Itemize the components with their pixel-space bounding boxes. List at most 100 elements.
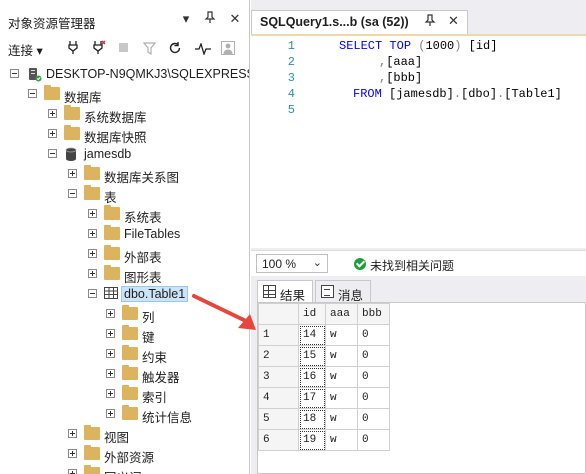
column-header[interactable]: aaa xyxy=(325,303,358,325)
tree-node-indexes[interactable]: 索引 xyxy=(0,384,249,405)
expand-icon[interactable] xyxy=(106,389,115,398)
row-number[interactable]: 4 xyxy=(258,387,299,409)
tab-sqlquery1[interactable]: SQLQuery1.s...b (sa (52)) ✕ xyxy=(251,10,468,34)
tree-node-graph-tables[interactable]: 图形表 xyxy=(0,264,249,285)
zoom-dropdown[interactable]: 100 % ⌄ xyxy=(256,254,328,273)
disconnect-icon[interactable] xyxy=(92,40,106,58)
close-panel-icon[interactable]: ✕ xyxy=(227,11,243,27)
collapse-icon[interactable] xyxy=(88,289,97,298)
cell-aaa[interactable]: w xyxy=(325,429,358,451)
cell-id[interactable]: 15 xyxy=(298,345,326,367)
cell-id[interactable]: 17 xyxy=(298,387,326,409)
code-identifier: [aaa] xyxy=(386,55,423,69)
expand-icon[interactable] xyxy=(88,269,97,278)
cell-aaa[interactable]: w xyxy=(325,387,358,409)
folder-icon xyxy=(122,325,138,340)
row-number[interactable]: 6 xyxy=(258,429,299,451)
collapse-icon[interactable] xyxy=(48,149,57,158)
collapse-icon[interactable] xyxy=(10,69,19,78)
column-header[interactable]: id xyxy=(298,303,326,325)
cell-id[interactable]: 18 xyxy=(298,408,326,430)
tree-node-jamesdb[interactable]: jamesdb xyxy=(0,144,249,164)
tree-node-server[interactable]: DESKTOP-N9QMKJ3\SQLEXPRESS xyxy=(0,64,249,84)
tree-node-system-databases[interactable]: 系统数据库 xyxy=(0,104,249,125)
stop-icon[interactable] xyxy=(118,40,130,58)
tree-node-tables[interactable]: 表 xyxy=(0,184,249,205)
expand-icon[interactable] xyxy=(68,169,77,178)
tree-node-databases[interactable]: 数据库 xyxy=(0,84,249,105)
cell-bbb[interactable]: 0 xyxy=(357,387,390,409)
cell-bbb[interactable]: 0 xyxy=(357,408,390,430)
cell-id[interactable]: 19 xyxy=(298,429,326,451)
expand-icon[interactable] xyxy=(68,429,77,438)
pin-icon[interactable] xyxy=(202,11,218,27)
cell-bbb[interactable]: 0 xyxy=(357,429,390,451)
expand-icon[interactable] xyxy=(88,229,97,238)
tree-node-synonyms[interactable]: 同义词 xyxy=(0,464,249,474)
collapse-icon[interactable] xyxy=(68,189,77,198)
tree-node-database-snapshots[interactable]: 数据库快照 xyxy=(0,124,249,145)
expand-icon[interactable] xyxy=(106,409,115,418)
collapse-icon[interactable] xyxy=(28,89,37,98)
cell-id[interactable]: 16 xyxy=(298,366,326,388)
cell-bbb[interactable]: 0 xyxy=(357,366,390,388)
tree-node-system-tables[interactable]: 系统表 xyxy=(0,204,249,225)
code-line-4: FROM [jamesdb].[dbo].[Table1] xyxy=(353,87,562,101)
sql-editor[interactable]: 1 2 3 4 5 SELECT TOP (1000) [id] ,[aaa] … xyxy=(251,34,586,248)
row-number[interactable]: 5 xyxy=(258,408,299,430)
refresh-icon[interactable] xyxy=(168,40,182,58)
tree-node-external-resources[interactable]: 外部资源 xyxy=(0,444,249,465)
expand-icon[interactable] xyxy=(88,209,97,218)
expand-icon[interactable] xyxy=(48,109,57,118)
cell-aaa[interactable]: w xyxy=(325,408,358,430)
expand-icon[interactable] xyxy=(68,469,77,474)
tree-node-views[interactable]: 视图 xyxy=(0,424,249,445)
code-number: 1000 xyxy=(425,39,455,53)
code-identifier: [id] xyxy=(468,39,498,53)
folder-icon xyxy=(104,225,120,240)
expand-icon[interactable] xyxy=(106,309,115,318)
tree-node-filetables[interactable]: FileTables xyxy=(0,224,249,244)
summary-icon[interactable] xyxy=(221,40,235,58)
results-tab-strip: 结果 消息 xyxy=(251,278,586,303)
expand-icon[interactable] xyxy=(106,329,115,338)
expand-icon[interactable] xyxy=(106,349,115,358)
tree-node-label: FileTables xyxy=(124,227,181,241)
cell-bbb[interactable]: 0 xyxy=(357,345,390,367)
filter-icon[interactable] xyxy=(142,40,156,58)
tab-messages[interactable]: 消息 xyxy=(315,280,371,303)
expand-icon[interactable] xyxy=(88,249,97,258)
expand-icon[interactable] xyxy=(48,129,57,138)
row-number[interactable]: 3 xyxy=(258,366,299,388)
activity-monitor-icon[interactable] xyxy=(195,40,211,58)
tree-node-statistics[interactable]: 统计信息 xyxy=(0,404,249,425)
tree-node-triggers[interactable]: 触发器 xyxy=(0,364,249,385)
tab-pin-icon[interactable] xyxy=(424,14,436,30)
expand-icon[interactable] xyxy=(68,449,77,458)
document-area: SQLQuery1.s...b (sa (52)) ✕ 1 2 3 4 5 SE… xyxy=(251,0,586,474)
row-number[interactable]: 2 xyxy=(258,345,299,367)
server-icon xyxy=(26,67,42,82)
folder-icon xyxy=(122,345,138,360)
line-number: 5 xyxy=(287,103,295,117)
expand-icon[interactable] xyxy=(106,369,115,378)
folder-icon xyxy=(122,385,138,400)
chevron-down-icon: ⌄ xyxy=(312,257,322,269)
cell-aaa[interactable]: w xyxy=(325,345,358,367)
tree-node-external-tables[interactable]: 外部表 xyxy=(0,244,249,265)
folder-icon xyxy=(122,365,138,380)
cell-aaa[interactable]: w xyxy=(325,324,358,346)
connect-button[interactable]: 连接 ▾ xyxy=(8,40,43,58)
tree-node-db-diagrams[interactable]: 数据库关系图 xyxy=(0,164,249,185)
object-explorer-toolbar: 连接 ▾ xyxy=(0,38,249,60)
cell-id[interactable]: 14 xyxy=(298,324,326,346)
cell-bbb[interactable]: 0 xyxy=(357,324,390,346)
panel-menu-chevron-icon[interactable]: ▾ xyxy=(178,11,194,27)
tree-node-constraints[interactable]: 约束 xyxy=(0,344,249,365)
folder-icon xyxy=(122,305,138,320)
cell-aaa[interactable]: w xyxy=(325,366,358,388)
tab-close-icon[interactable]: ✕ xyxy=(448,13,459,29)
code-line-2: ,[aaa] xyxy=(379,55,422,69)
connect-plug-icon[interactable] xyxy=(66,40,80,58)
column-header[interactable]: bbb xyxy=(357,303,390,325)
